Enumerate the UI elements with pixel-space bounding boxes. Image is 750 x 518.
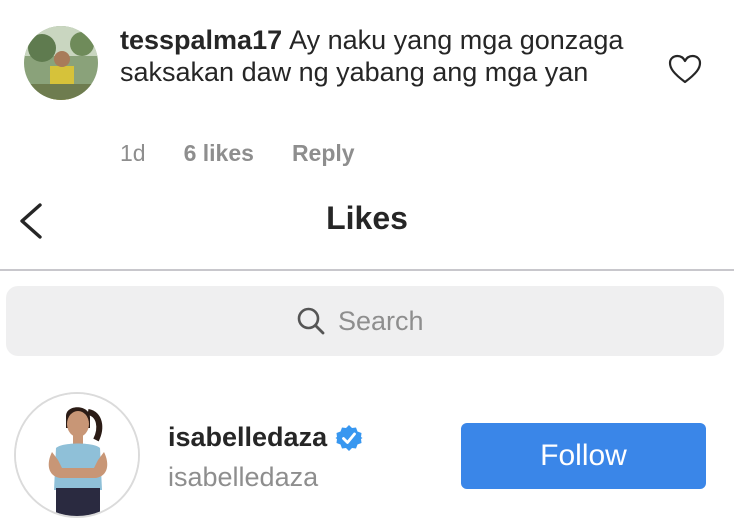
liker-avatar-photo [16, 394, 138, 516]
commenter-avatar[interactable] [24, 26, 98, 100]
search-icon [297, 307, 325, 335]
commenter-avatar-photo [24, 26, 98, 100]
liker-avatar[interactable] [14, 392, 140, 518]
like-comment-button[interactable] [668, 54, 702, 84]
commenter-username[interactable]: tesspalma17 [120, 25, 282, 55]
liker-full-name: isabelledaza [168, 462, 319, 492]
comment-body: tesspalma17 Ay naku yang mga gonzaga saks… [120, 24, 640, 88]
comment-age: 1d [120, 140, 146, 166]
liker-username-row[interactable]: isabelledaza [168, 422, 363, 453]
comment-likes-link[interactable]: 6 likes [184, 140, 254, 170]
comment-meta: 1d 6 likes Reply [120, 140, 355, 170]
verified-badge-icon [335, 424, 363, 451]
search-bar[interactable] [6, 286, 724, 356]
likes-header: Likes [0, 192, 734, 271]
search-input[interactable] [338, 305, 434, 337]
follow-button[interactable]: Follow [461, 423, 706, 489]
liker-username[interactable]: isabelledaza [168, 422, 327, 453]
reply-button[interactable]: Reply [292, 140, 355, 170]
page-title: Likes [326, 200, 408, 236]
heart-outline-icon [668, 54, 702, 84]
